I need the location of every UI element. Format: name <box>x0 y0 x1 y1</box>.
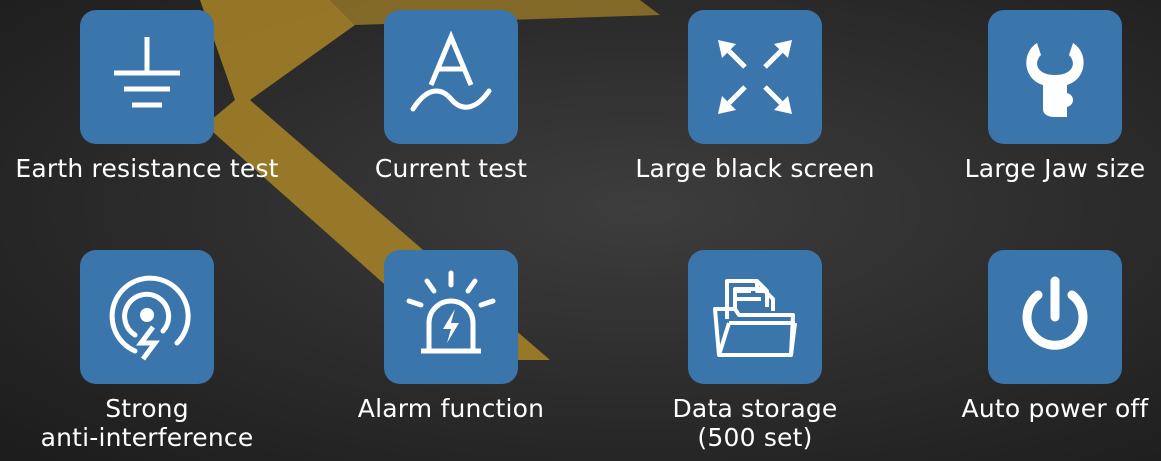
alarm-beacon-icon <box>406 270 496 354</box>
feature-tile <box>80 10 214 144</box>
power-icon <box>1022 276 1088 350</box>
feature-label: Earth resistance test <box>15 154 279 183</box>
feature-tile <box>384 10 518 144</box>
current-ampere-icon <box>410 30 492 112</box>
feature-label: Current test <box>374 154 528 183</box>
feature-label: Strong anti-interference <box>40 394 254 452</box>
expand-arrows-icon <box>718 40 792 114</box>
feature-tile <box>988 10 1122 144</box>
feature-large-black-screen: Large black screen <box>605 10 905 183</box>
folder-documents-icon <box>713 279 797 357</box>
feature-tile <box>988 250 1122 384</box>
feature-label: Large black screen <box>635 154 875 183</box>
feature-earth-resistance-test: Earth resistance test <box>0 10 297 183</box>
feature-tile <box>80 250 214 384</box>
feature-label: Large Jaw size <box>964 154 1146 183</box>
feature-data-storage: Data storage (500 set) <box>605 250 905 452</box>
earth-ground-icon <box>114 37 180 108</box>
feature-auto-power-off: Auto power off <box>905 250 1161 423</box>
feature-strong-anti-interference: Strong anti-interference <box>0 250 297 452</box>
feature-label: Auto power off <box>961 394 1149 423</box>
feature-current-test: Current test <box>301 10 601 183</box>
feature-label: Alarm function <box>357 394 545 423</box>
feature-label: Data storage (500 set) <box>672 394 838 452</box>
feature-tile <box>384 250 518 384</box>
feature-large-jaw-size: Large Jaw size <box>905 10 1161 183</box>
clamp-jaw-icon <box>1026 43 1084 117</box>
feature-alarm-function: Alarm function <box>301 250 601 423</box>
anti-interference-icon <box>109 275 191 361</box>
feature-tile <box>688 250 822 384</box>
feature-tile <box>688 10 822 144</box>
